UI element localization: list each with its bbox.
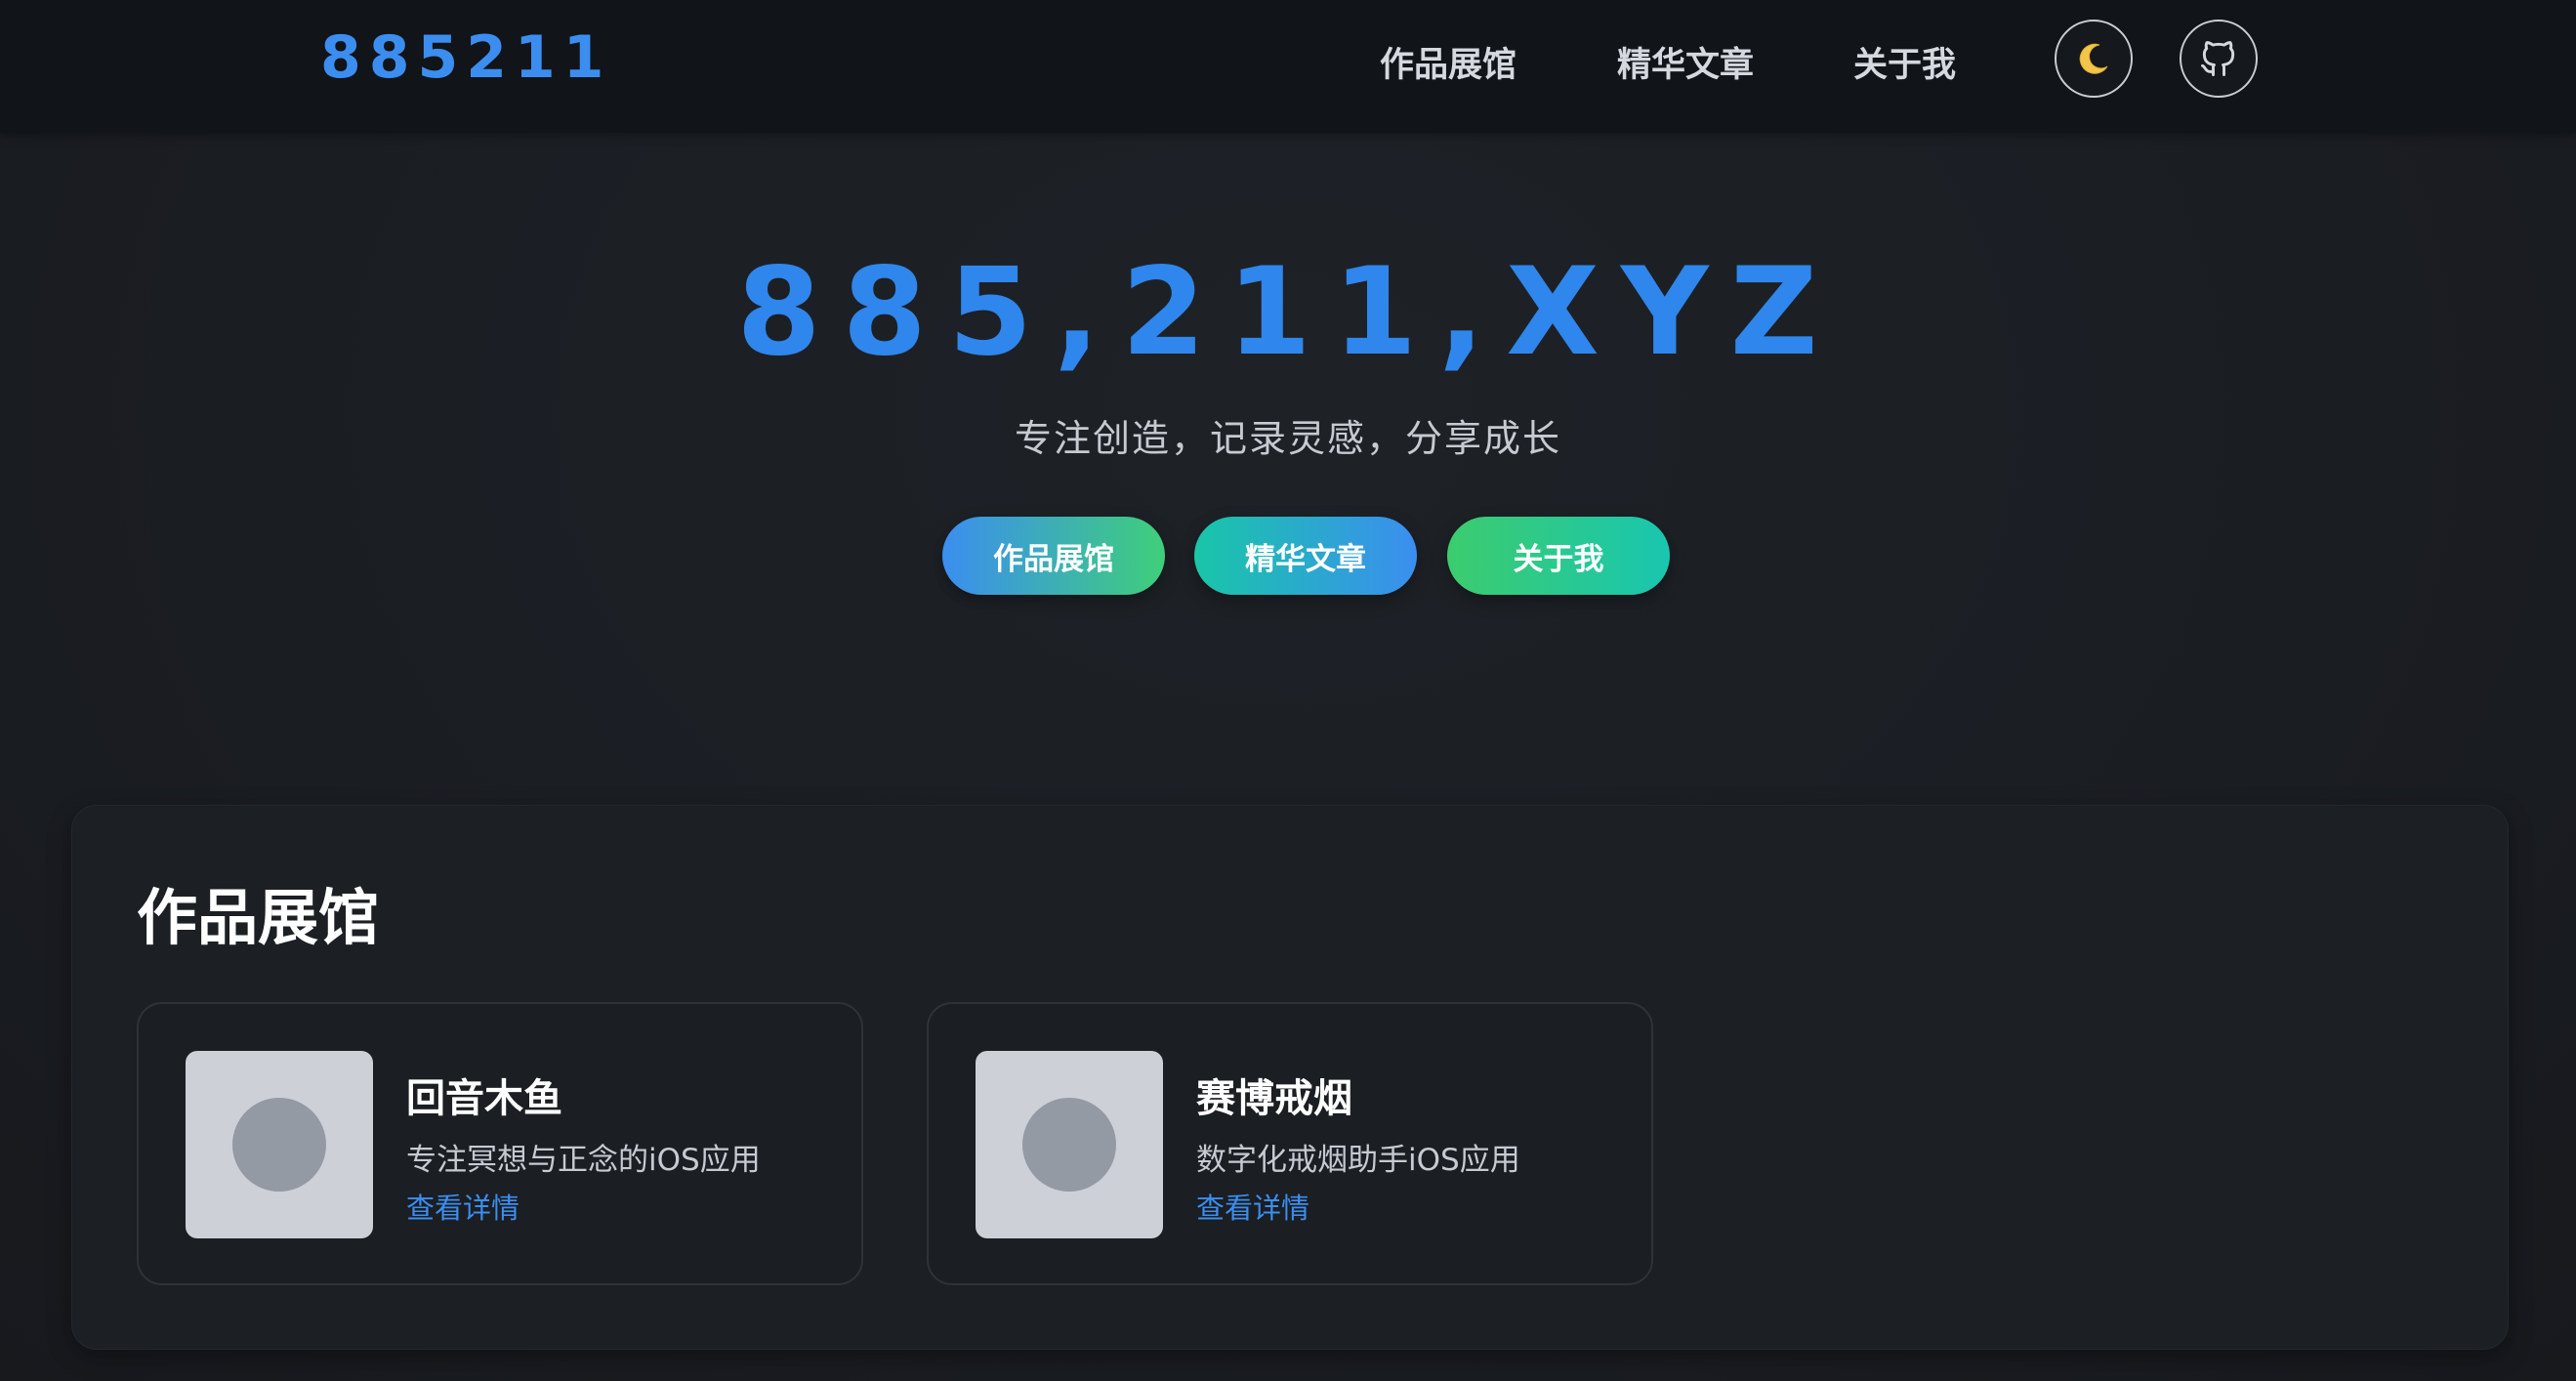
hero-subtitle: 专注创造，记录灵感，分享成长 <box>1014 417 1561 460</box>
card-title: 回音木鱼 <box>406 1076 562 1121</box>
site-logo[interactable]: 885211 <box>320 23 612 92</box>
work-card-muyu[interactable]: 回音木鱼 专注冥想与正念的iOS应用 查看详情 <box>137 1002 863 1285</box>
placeholder-circle-icon <box>1022 1098 1116 1192</box>
hero-button-works[interactable]: 作品展馆 <box>942 517 1165 595</box>
placeholder-circle-icon <box>232 1098 326 1192</box>
section-title: 作品展馆 <box>137 882 380 953</box>
nav-link-articles[interactable]: 精华文章 <box>1617 37 1754 87</box>
card-title: 赛博戒烟 <box>1196 1076 1352 1121</box>
top-navbar: 885211 作品展馆 精华文章 关于我 <box>0 0 2576 133</box>
works-section: 作品展馆 回音木鱼 专注冥想与正念的iOS应用 查看详情 赛博戒烟 数字化戒烟助… <box>71 805 2509 1350</box>
nav-link-about[interactable]: 关于我 <box>1853 37 1956 87</box>
theme-toggle-button[interactable] <box>2055 20 2133 98</box>
nav-link-works[interactable]: 作品展馆 <box>1380 37 1517 87</box>
hero-button-articles[interactable]: 精华文章 <box>1194 517 1417 595</box>
card-detail-link[interactable]: 查看详情 <box>406 1186 519 1227</box>
app-thumbnail <box>186 1051 373 1238</box>
moon-icon <box>2079 43 2108 74</box>
page: 885211 作品展馆 精华文章 关于我 885,211,XYZ 专注创造，记录… <box>0 0 2576 1381</box>
app-thumbnail <box>976 1051 1163 1238</box>
card-description: 数字化戒烟助手iOS应用 <box>1196 1143 1520 1178</box>
hero-button-about[interactable]: 关于我 <box>1447 517 1670 595</box>
github-button[interactable] <box>2180 20 2258 98</box>
card-description: 专注冥想与正念的iOS应用 <box>406 1143 761 1178</box>
hero-title: 885,211,XYZ <box>736 242 1840 383</box>
work-card-quit-smoking[interactable]: 赛博戒烟 数字化戒烟助手iOS应用 查看详情 <box>927 1002 1653 1285</box>
card-detail-link[interactable]: 查看详情 <box>1196 1186 1309 1227</box>
github-icon <box>2201 41 2235 76</box>
